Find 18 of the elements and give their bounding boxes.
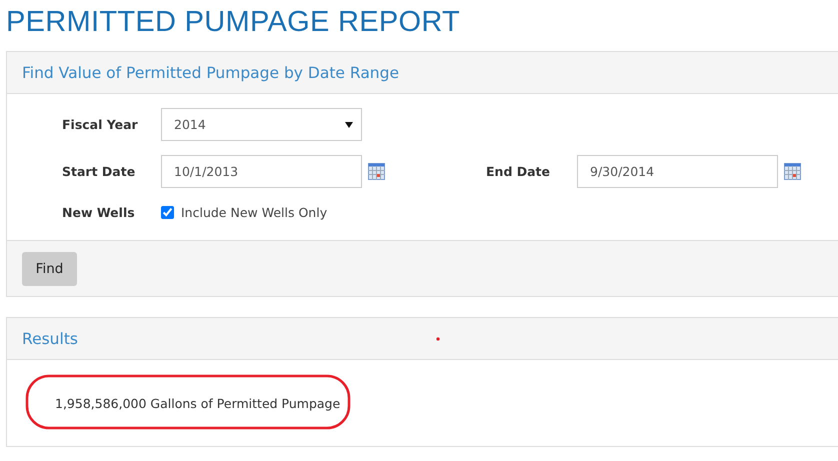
find-button[interactable]: Find bbox=[22, 252, 77, 286]
year-select[interactable]: 2014 bbox=[161, 108, 362, 141]
result-text: 1,958,586,000 Gallons of Permitted Pumpage bbox=[55, 396, 340, 410]
field-label: Fiscal Year bbox=[62, 117, 139, 132]
checkbox-label[interactable]: Include New Wells Only bbox=[181, 204, 328, 220]
page-title: PERMITTED PUMPAGE REPORT bbox=[6, 5, 462, 40]
calendar-icon[interactable] bbox=[784, 163, 801, 180]
date-field[interactable]: 10/1/2013 bbox=[161, 155, 362, 188]
checkbox[interactable] bbox=[161, 206, 174, 218]
date-field[interactable]: 9/30/2014 bbox=[577, 155, 778, 188]
dropdown-caret-icon bbox=[345, 122, 353, 128]
field-label: New Wells bbox=[62, 204, 136, 220]
panel-title: Find Value of Permitted Pumpage by Date Range bbox=[7, 52, 838, 94]
calendar-icon[interactable] bbox=[368, 163, 385, 180]
field-label: Start Date bbox=[62, 164, 136, 179]
panel-title: Results bbox=[7, 318, 838, 360]
annotation-dot bbox=[436, 337, 440, 341]
field-label: End Date bbox=[486, 164, 552, 179]
